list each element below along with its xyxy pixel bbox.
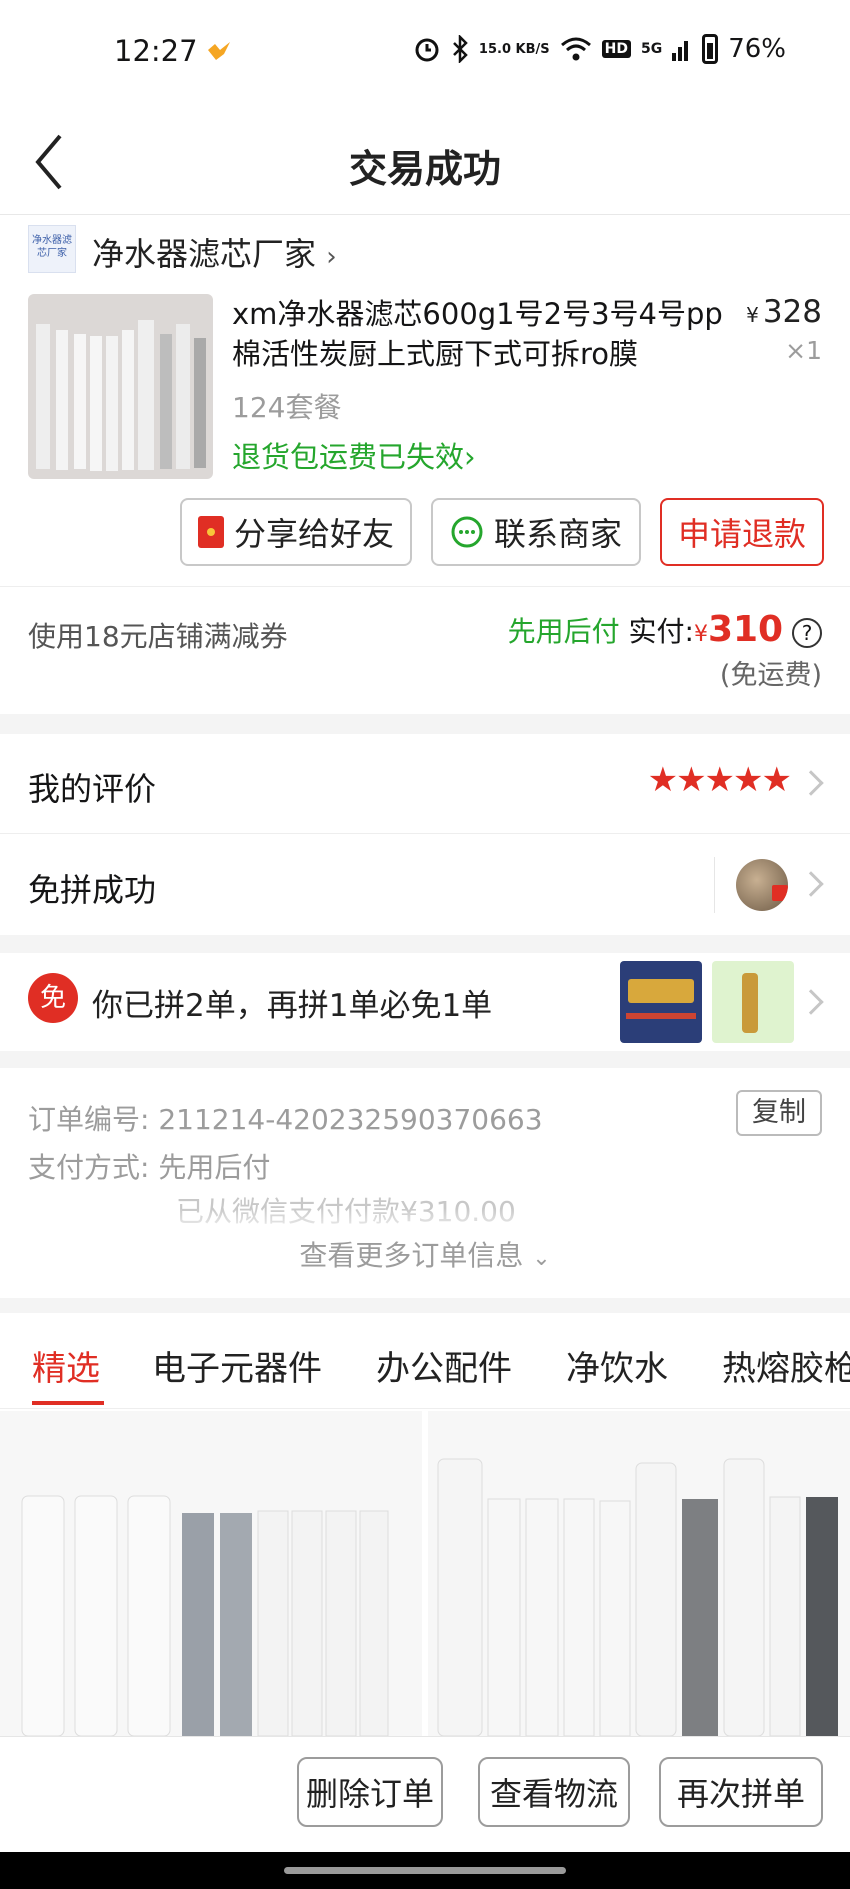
home-indicator[interactable]	[284, 1867, 566, 1874]
section-divider	[0, 1051, 850, 1068]
status-icons: 15.0 KB/S HD 5G 76%	[413, 34, 786, 64]
help-icon[interactable]: ?	[792, 618, 822, 648]
chevron-down-icon: ⌄	[532, 1246, 551, 1271]
star-icon: ★	[761, 760, 793, 800]
tab-featured[interactable]: 精选	[32, 1341, 100, 1390]
system-navigation-bar	[0, 1852, 850, 1889]
order-number-label: 订单编号:	[28, 1103, 150, 1136]
payment-method: 支付方式: 先用后付	[28, 1146, 270, 1186]
regroup-order-button[interactable]: 再次拼单	[659, 1757, 823, 1827]
freight-note-text: 退货包运费已失效	[232, 440, 465, 474]
divider	[714, 857, 715, 913]
active-tab-indicator	[32, 1401, 104, 1405]
section-divider	[0, 714, 850, 734]
star-icon: ★	[704, 760, 736, 800]
more-info-label: 查看更多订单信息	[299, 1239, 524, 1272]
net-speed: 15.0 KB/S	[478, 41, 550, 57]
recommend-item-image[interactable]	[428, 1411, 850, 1736]
tab-office-accessories[interactable]: 办公配件	[376, 1341, 512, 1390]
wifi-icon	[560, 37, 591, 61]
chevron-right-icon	[798, 770, 824, 796]
page-title: 交易成功	[348, 147, 501, 191]
share-label: 分享给好友	[233, 515, 394, 553]
payment-summary: 使用18元店铺满减券 先用后付 实付:¥310 ? (免运费)	[0, 586, 850, 714]
chevron-right-icon: ›	[326, 242, 337, 272]
bottom-action-bar: 删除订单 查看物流 再次拼单	[0, 1736, 850, 1852]
order-number-value: 211214-420232590370663	[158, 1103, 543, 1136]
battery-icon	[702, 34, 719, 64]
paid-total: 先用后付 实付:¥310 ?	[508, 609, 822, 650]
refund-button[interactable]: 申请退款	[660, 498, 824, 566]
promo-product-thumb[interactable]	[712, 961, 794, 1043]
shop-name: 净水器滤芯厂家 ›	[92, 229, 337, 275]
app-notification-icon	[208, 42, 230, 60]
tab-electronic-components[interactable]: 电子元器件	[152, 1341, 322, 1390]
price-value: 328	[762, 294, 822, 330]
paid-currency: ¥	[693, 622, 708, 647]
shop-logo: 净水器滤芯厂家	[28, 225, 76, 273]
hd-badge: HD	[601, 40, 631, 58]
chevron-right-icon	[798, 871, 824, 897]
tab-hot-glue-gun[interactable]: 热熔胶枪	[722, 1341, 850, 1390]
star-icon: ★	[733, 760, 764, 800]
group-success-row[interactable]: 免拼成功	[0, 835, 850, 935]
pay-later-label: 先用后付	[507, 615, 620, 648]
coupon-used: 使用18元店铺满减券	[28, 620, 288, 653]
free-order-promo[interactable]: 免 你已拼2单，再拼1单必免1单	[0, 953, 850, 1051]
payment-method-label: 支付方式:	[28, 1151, 150, 1184]
my-review-row[interactable]: 我的评价 ★★★★★	[0, 734, 850, 834]
nav-bar: 交易成功	[0, 110, 850, 215]
category-tabs: 精选 电子元器件 办公配件 净饮水 热熔胶枪	[0, 1313, 850, 1409]
promo-product-thumb[interactable]	[620, 961, 702, 1043]
paid-label: 实付:	[628, 615, 694, 648]
view-more-order-info[interactable]: 查看更多订单信息 ⌄	[0, 1234, 850, 1274]
freight-insurance-note[interactable]: 退货包运费已失效›	[232, 434, 476, 476]
section-divider	[0, 935, 850, 953]
free-promo-text: 你已拼2单，再拼1单必免1单	[92, 988, 493, 1024]
signal-icon	[672, 41, 689, 61]
order-info: 订单编号: 211214-420232590370663 复制 支付方式: 先用…	[0, 1068, 850, 1298]
alarm-icon	[415, 38, 439, 62]
delete-order-button[interactable]: 删除订单	[297, 1757, 443, 1827]
filter-cartridges-image	[36, 320, 206, 471]
filter-product-image	[437, 1458, 838, 1736]
status-bar: 12:27 15.0 KB/S HD 5G 76%	[0, 0, 850, 110]
shipping-note: (免运费)	[719, 660, 822, 691]
free-badge: 免	[28, 973, 78, 1023]
section-divider	[0, 1298, 850, 1313]
paid-amount: 310	[707, 609, 784, 650]
payment-method-value: 先用后付	[158, 1151, 271, 1184]
chevron-right-icon: ›	[464, 440, 476, 474]
avatar	[736, 859, 788, 911]
share-button[interactable]: 分享给好友	[180, 498, 412, 566]
bluetooth-icon	[453, 35, 468, 63]
signal-label: 5G	[640, 41, 663, 57]
chevron-right-icon	[798, 989, 824, 1015]
shop-name-text: 净水器滤芯厂家	[92, 235, 317, 273]
tab-water-drinking[interactable]: 净饮水	[566, 1341, 668, 1390]
product-image[interactable]	[28, 294, 213, 479]
status-time: 12:27	[114, 34, 198, 68]
product-title[interactable]: xm净水器滤芯600g1号2号3号4号pp棉活性炭厨上式厨下式可拆ro膜	[232, 294, 732, 374]
product-quantity: ×1	[785, 336, 822, 365]
filter-product-image	[21, 1495, 389, 1736]
group-success-label: 免拼成功	[28, 871, 157, 909]
product-price: ¥328	[746, 294, 822, 330]
view-logistics-button[interactable]: 查看物流	[478, 1757, 630, 1827]
my-review-label: 我的评价	[28, 770, 157, 808]
red-envelope-icon	[197, 516, 224, 548]
contact-label: 联系商家	[493, 515, 622, 553]
currency-symbol: ¥	[746, 303, 759, 327]
review-stars: ★★★★★	[647, 760, 793, 800]
battery-level: 76%	[728, 34, 786, 64]
recommend-item-image[interactable]	[0, 1411, 422, 1736]
product-spec: 124套餐	[232, 391, 342, 424]
order-number: 订单编号: 211214-420232590370663	[28, 1098, 543, 1138]
contact-seller-button[interactable]: 联系商家	[431, 498, 641, 566]
star-icon: ★	[647, 760, 679, 800]
chat-icon	[451, 516, 483, 548]
shop-row[interactable]: 净水器滤芯厂家 净水器滤芯厂家 ›	[0, 215, 850, 285]
star-icon: ★	[676, 760, 707, 800]
copy-button[interactable]: 复制	[736, 1090, 822, 1136]
